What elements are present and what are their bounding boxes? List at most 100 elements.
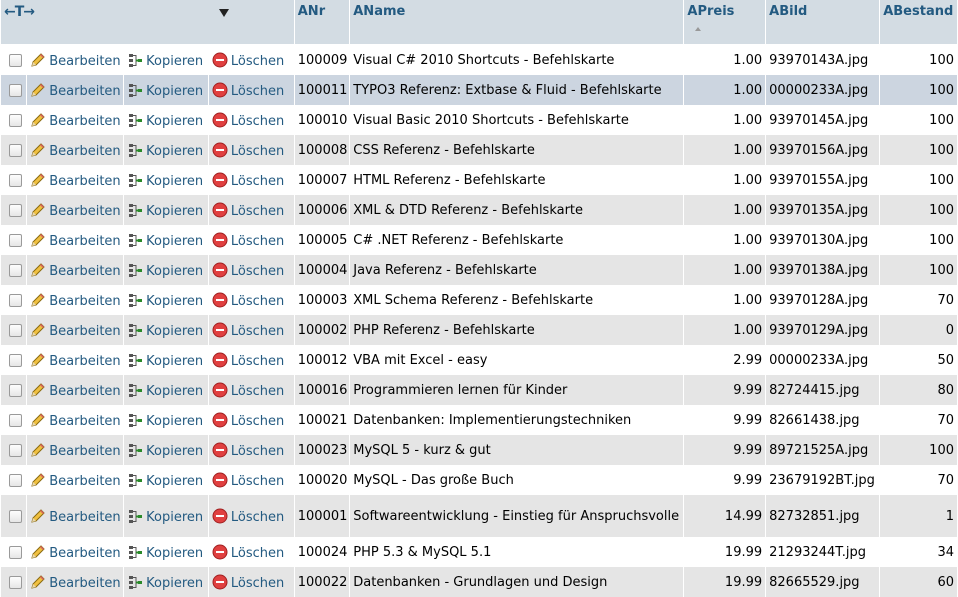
delete-link[interactable]: Löschen — [212, 322, 284, 339]
copy-link[interactable]: Kopieren — [127, 293, 203, 309]
copy-link[interactable]: Kopieren — [127, 83, 203, 99]
cell-abestand: 70 — [880, 285, 957, 315]
copy-link[interactable]: Kopieren — [127, 509, 203, 525]
delete-icon — [212, 322, 228, 337]
row-checkbox[interactable] — [9, 545, 22, 559]
delete-link[interactable]: Löschen — [212, 112, 284, 129]
copy-icon — [129, 203, 143, 217]
row-select-cell — [1, 537, 27, 567]
delete-icon — [212, 112, 228, 127]
copy-icon — [129, 233, 143, 247]
edit-link[interactable]: Bearbeiten — [30, 472, 121, 489]
edit-link[interactable]: Bearbeiten — [30, 52, 121, 69]
row-checkbox[interactable] — [9, 509, 22, 523]
edit-link[interactable]: Bearbeiten — [30, 574, 121, 591]
copy-link[interactable]: Kopieren — [127, 53, 203, 69]
copy-link[interactable]: Kopieren — [127, 113, 203, 129]
copy-link[interactable]: Kopieren — [127, 473, 203, 489]
pencil-icon — [31, 52, 45, 67]
row-checkbox[interactable] — [9, 443, 22, 457]
copy-cell: Kopieren — [124, 315, 208, 345]
copy-link[interactable]: Kopieren — [127, 443, 203, 459]
delete-link[interactable]: Löschen — [212, 508, 284, 525]
edit-link[interactable]: Bearbeiten — [30, 202, 121, 219]
row-checkbox[interactable] — [9, 233, 22, 247]
copy-link[interactable]: Kopieren — [127, 173, 203, 189]
copy-link[interactable]: Kopieren — [127, 353, 203, 369]
edit-link[interactable]: Bearbeiten — [30, 412, 121, 429]
edit-link[interactable]: Bearbeiten — [30, 232, 121, 249]
delete-link[interactable]: Löschen — [212, 412, 284, 429]
row-checkbox[interactable] — [9, 83, 22, 97]
row-checkbox[interactable] — [9, 353, 22, 367]
row-select-cell — [1, 435, 27, 465]
delete-link[interactable]: Löschen — [212, 574, 284, 591]
row-checkbox[interactable] — [9, 113, 22, 127]
delete-link[interactable]: Löschen — [212, 382, 284, 399]
delete-link[interactable]: Löschen — [212, 262, 284, 279]
column-arrows-icon[interactable]: ←T→ — [4, 4, 35, 20]
sort-dropdown-icon[interactable] — [218, 8, 229, 17]
table-row: Bearbeiten Kopieren Löschen 100006 XML &… — [1, 195, 957, 225]
delete-link[interactable]: Löschen — [212, 202, 284, 219]
row-checkbox[interactable] — [9, 173, 22, 187]
edit-link[interactable]: Bearbeiten — [30, 322, 121, 339]
edit-link[interactable]: Bearbeiten — [30, 352, 121, 369]
delete-link[interactable]: Löschen — [212, 82, 284, 99]
delete-link[interactable]: Löschen — [212, 352, 284, 369]
delete-link[interactable]: Löschen — [212, 442, 284, 459]
edit-link[interactable]: Bearbeiten — [30, 172, 121, 189]
row-checkbox[interactable] — [9, 293, 22, 307]
row-checkbox[interactable] — [9, 383, 22, 397]
delete-link[interactable]: Löschen — [212, 544, 284, 561]
row-checkbox[interactable] — [9, 413, 22, 427]
row-checkbox[interactable] — [9, 473, 22, 487]
edit-link[interactable]: Bearbeiten — [30, 442, 121, 459]
copy-link[interactable]: Kopieren — [127, 545, 203, 561]
edit-link[interactable]: Bearbeiten — [30, 82, 121, 99]
row-checkbox[interactable] — [9, 323, 22, 337]
edit-link[interactable]: Bearbeiten — [30, 262, 121, 279]
copy-icon — [129, 173, 143, 187]
copy-link[interactable]: Kopieren — [127, 383, 203, 399]
delete-link[interactable]: Löschen — [212, 292, 284, 309]
delete-cell: Löschen — [208, 165, 294, 195]
row-checkbox[interactable] — [9, 53, 22, 67]
row-checkbox[interactable] — [9, 263, 22, 277]
cell-aname: HTML Referenz - Befehlskarte — [350, 165, 684, 195]
cell-abild: 93970129A.jpg — [766, 315, 880, 345]
delete-link[interactable]: Löschen — [212, 52, 284, 69]
edit-link[interactable]: Bearbeiten — [30, 142, 121, 159]
table-row: Bearbeiten Kopieren Löschen 100010 Visua… — [1, 105, 957, 135]
edit-link[interactable]: Bearbeiten — [30, 292, 121, 309]
edit-link[interactable]: Bearbeiten — [30, 544, 121, 561]
copy-link[interactable]: Kopieren — [127, 233, 203, 249]
copy-link[interactable]: Kopieren — [127, 323, 203, 339]
cell-apreis: 1.00 — [684, 135, 766, 165]
col-abild[interactable]: ABild — [766, 0, 880, 45]
delete-cell: Löschen — [208, 435, 294, 465]
col-apreis[interactable]: APreis — [684, 0, 766, 45]
delete-icon — [212, 574, 228, 589]
edit-link[interactable]: Bearbeiten — [30, 382, 121, 399]
delete-link[interactable]: Löschen — [212, 232, 284, 249]
edit-link[interactable]: Bearbeiten — [30, 508, 121, 525]
copy-link[interactable]: Kopieren — [127, 263, 203, 279]
row-checkbox[interactable] — [9, 143, 22, 157]
col-aname[interactable]: AName — [350, 0, 684, 45]
copy-link[interactable]: Kopieren — [127, 203, 203, 219]
delete-link[interactable]: Löschen — [212, 142, 284, 159]
col-anr[interactable]: ANr — [294, 0, 350, 45]
delete-link[interactable]: Löschen — [212, 172, 284, 189]
copy-link[interactable]: Kopieren — [127, 575, 203, 591]
col-abestand[interactable]: ABestand — [880, 0, 957, 45]
edit-link[interactable]: Bearbeiten — [30, 112, 121, 129]
copy-link[interactable]: Kopieren — [127, 413, 203, 429]
cell-apreis: 1.00 — [684, 225, 766, 255]
row-select-cell — [1, 465, 27, 495]
row-checkbox[interactable] — [9, 575, 22, 589]
delete-link[interactable]: Löschen — [212, 472, 284, 489]
row-checkbox[interactable] — [9, 203, 22, 217]
cell-aname: Visual C# 2010 Shortcuts - Befehlskarte — [350, 45, 684, 75]
copy-link[interactable]: Kopieren — [127, 143, 203, 159]
